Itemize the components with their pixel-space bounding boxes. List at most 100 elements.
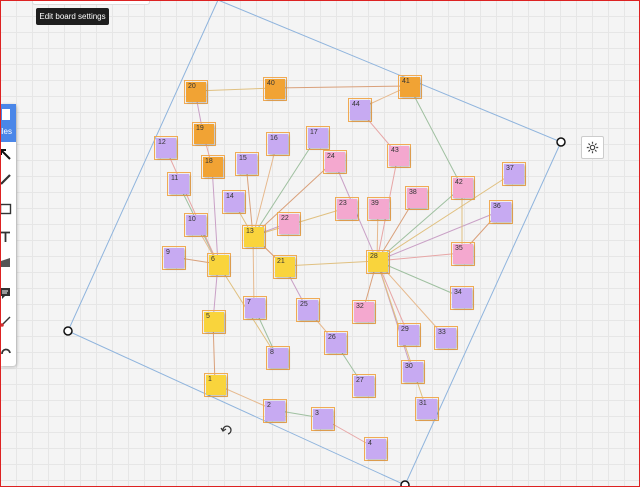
sticky-note[interactable]: 35 [451,242,475,266]
highlighter-tool[interactable] [0,252,16,274]
sticky-note[interactable]: 9 [162,246,186,270]
rotate-icon[interactable] [220,425,232,435]
sticky-note[interactable]: 42 [451,176,475,200]
sticky-note[interactable]: 10 [184,213,208,237]
sticky-note-number: 1 [208,376,212,383]
pen-tool[interactable] [0,168,16,190]
sticky-note[interactable]: 15 [235,152,259,176]
connector-line [273,85,410,89]
sticky-note-number: 36 [493,203,501,210]
sticky-note-number: 29 [401,326,409,333]
sticky-note-number: 25 [300,301,308,308]
sticky-note[interactable]: 6 [207,253,231,277]
sticky-note-number: 40 [267,80,275,87]
sticky-note[interactable]: 18 [201,155,225,179]
sticky-note[interactable]: 7 [243,296,267,320]
sticky-note[interactable]: 20 [184,80,208,104]
connector-line [408,85,463,188]
sticky-note-number: 35 [455,245,463,252]
sticky-note[interactable]: 5 [202,310,226,334]
sticky-note-number: 6 [211,256,215,263]
sticky-note[interactable]: 22 [277,212,301,236]
sticky-note-icon [0,288,10,299]
sticky-note[interactable]: 44 [348,98,372,122]
pen-icon [0,174,11,185]
sticky-note-number: 39 [371,200,379,207]
sticky-note-number: 28 [370,253,378,260]
sticky-note[interactable]: 41 [398,75,422,99]
sticky-note[interactable]: 8 [266,346,290,370]
sticky-note-number: 26 [328,334,336,341]
sticky-note[interactable]: 34 [450,286,474,310]
sticky-note[interactable]: 43 [387,144,411,168]
sticky-note-number: 22 [281,215,289,222]
sticky-note[interactable]: 31 [415,397,439,421]
sticky-note[interactable]: 38 [405,186,429,210]
sticky-note[interactable]: 33 [434,326,458,350]
sticky-note[interactable]: 2 [263,399,287,423]
sticky-note-number: 10 [188,216,196,223]
sticky-note[interactable]: 11 [167,172,191,196]
sticky-note-number: 43 [391,147,399,154]
sticky-note[interactable]: 25 [296,298,320,322]
connector-icon [0,316,11,327]
sticky-note-number: 18 [205,158,213,165]
sticky-note[interactable]: 36 [489,200,513,224]
sticky-note-number: 37 [506,165,514,172]
sticky-note[interactable]: 26 [324,331,348,355]
selection-handle-bottom[interactable] [400,480,410,487]
sticky-note-number: 14 [226,193,234,200]
rectangle-tool[interactable] [0,198,16,220]
sticky-note[interactable]: 14 [222,190,246,214]
selection-handle-left[interactable] [63,326,73,336]
sticky-note-number: 2 [267,402,271,409]
sticky-note[interactable]: 3 [311,407,335,431]
sticky-note[interactable]: 29 [397,323,421,347]
sticky-note-number: 27 [356,377,364,384]
sticky-note-number: 3 [315,410,319,417]
connector-line [283,260,378,267]
files-label: iles [0,127,13,136]
select-arrow-icon [0,149,11,160]
sticky-note[interactable]: 23 [335,197,359,221]
sticky-note[interactable]: 13 [242,225,266,249]
sticky-note-number: 21 [277,258,285,265]
sticky-note[interactable]: 40 [263,77,287,101]
sticky-note[interactable]: 4 [364,437,388,461]
text-icon [1,231,10,242]
selection-handle-top-right[interactable] [556,137,566,147]
sticky-note-number: 33 [438,329,446,336]
sticky-note[interactable]: 1 [204,373,228,397]
sticky-note[interactable]: 27 [352,374,376,398]
sticky-note[interactable]: 12 [154,136,178,160]
text-tool[interactable] [0,226,16,248]
file-icon [2,109,10,120]
sticky-note[interactable]: 39 [367,197,391,221]
select-tool[interactable] [0,144,16,166]
sticky-note[interactable]: 19 [192,122,216,146]
sticky-note-tool[interactable] [0,282,16,304]
sticky-note-number: 16 [270,135,278,142]
connector-tool[interactable] [0,310,16,332]
sticky-note[interactable]: 21 [273,255,297,279]
sticky-note-number: 34 [454,289,462,296]
sticky-note[interactable]: 17 [306,126,330,150]
sticky-note[interactable]: 30 [401,360,425,384]
sticky-note[interactable]: 24 [323,150,347,174]
undo-tool[interactable] [0,340,16,362]
sticky-note-number: 8 [270,349,274,356]
sticky-note[interactable]: 16 [266,132,290,156]
sticky-note[interactable]: 28 [366,250,390,274]
sticky-note[interactable]: 32 [352,300,376,324]
sticky-note-number: 24 [327,153,335,160]
left-toolbar: iles [0,104,16,366]
sticky-note[interactable]: 37 [502,162,526,186]
files-button[interactable]: iles [0,104,16,142]
gear-icon [586,141,599,154]
sticky-note-number: 44 [352,101,360,108]
sticky-note-number: 32 [356,303,364,310]
sticky-note-number: 31 [419,400,427,407]
board-settings-button[interactable] [581,136,604,159]
connector-line [376,210,501,262]
sticky-note-number: 20 [188,83,196,90]
